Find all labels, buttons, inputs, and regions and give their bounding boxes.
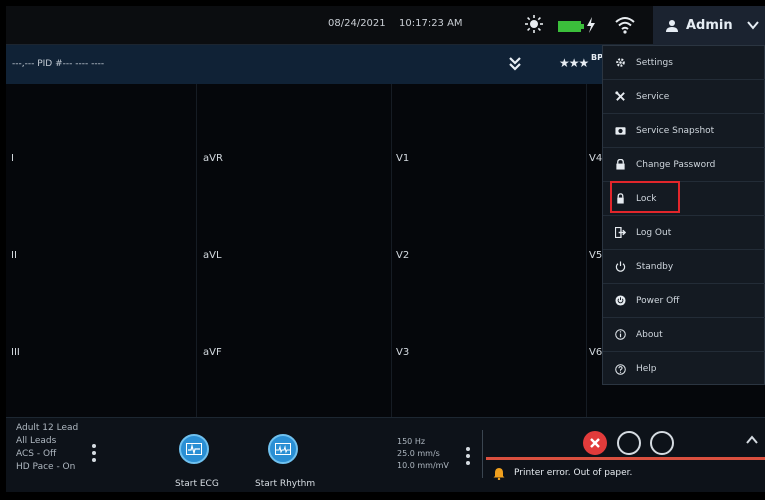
lead-label: V3 (396, 347, 410, 358)
alarm-indicator[interactable] (650, 431, 674, 455)
menu-item-label: About (636, 329, 663, 340)
close-icon (590, 438, 600, 448)
grid-divider (391, 84, 392, 417)
lead-label: V2 (396, 250, 410, 261)
bottom-control-bar: Adult 12 Lead All Leads ACS - Off HD Pac… (6, 417, 765, 492)
help-icon (615, 363, 626, 375)
lead-label: II (11, 250, 17, 261)
mode-line: HD Pace - On (16, 462, 76, 472)
rhythm-waveform-icon (275, 443, 291, 455)
lead-label: aVR (203, 153, 223, 164)
lead-label: aVF (203, 347, 222, 358)
menu-item-about[interactable]: About (603, 318, 765, 352)
mode-line: ACS - Off (16, 449, 57, 459)
grid-divider (586, 84, 587, 417)
user-icon (666, 19, 678, 32)
power-icon (615, 295, 626, 306)
brightness-icon[interactable] (524, 14, 544, 34)
menu-item-standby[interactable]: Standby (603, 250, 765, 284)
patient-id-text[interactable]: ---,--- PID #--- ---- ---- (12, 59, 104, 69)
rating-stars: ★★★ (559, 56, 589, 70)
status-time: 10:17:23 AM (399, 18, 463, 29)
alarm-indicator-active[interactable] (583, 431, 607, 455)
acquisition-settings[interactable]: 150 Hz 25.0 mm/s 10.0 mm/mV (397, 436, 449, 472)
mode-options-icon[interactable] (92, 443, 96, 463)
menu-item-power-off[interactable]: Power Off (603, 284, 765, 318)
menu-item-label: Service (636, 91, 670, 102)
ecg-waveform-icon (186, 443, 202, 455)
menu-item-label: Service Snapshot (636, 125, 715, 136)
device-screen: 08/24/2021 10:17:23 AM Admin ---,--- PID… (6, 6, 765, 492)
start-rhythm-label: Start Rhythm (255, 479, 316, 489)
menu-item-label: Help (636, 364, 657, 374)
lock-highlight-box (610, 181, 680, 213)
menu-item-change-password[interactable]: Change Password (603, 148, 765, 182)
menu-item-label: Settings (636, 57, 673, 68)
alarm-indicator[interactable] (617, 431, 641, 455)
start-ecg-button[interactable] (179, 434, 209, 464)
battery-icon (558, 21, 584, 32)
padlock-icon (616, 159, 625, 170)
filter-value: 150 Hz (397, 437, 426, 446)
user-name: Admin (686, 18, 733, 33)
lead-label: V5 (589, 250, 603, 261)
lead-label: V4 (589, 153, 603, 164)
status-date: 08/24/2021 (328, 18, 386, 29)
wifi-icon[interactable] (615, 16, 635, 34)
speed-value: 25.0 mm/s (397, 449, 440, 458)
chevron-down-icon (747, 21, 759, 30)
lead-label: V1 (396, 153, 410, 164)
menu-item-help[interactable]: Help (603, 352, 765, 386)
lead-label: V6 (589, 347, 603, 358)
start-ecg-label: Start ECG (175, 479, 219, 489)
logout-icon (615, 227, 626, 238)
menu-item-label: Power Off (636, 295, 680, 306)
info-icon (615, 329, 626, 340)
lead-label: I (11, 153, 14, 164)
bell-icon (493, 468, 505, 480)
acquisition-mode[interactable]: Adult 12 Lead All Leads ACS - Off HD Pac… (16, 422, 78, 474)
camera-icon (615, 127, 626, 135)
menu-item-label: Standby (636, 261, 674, 272)
bottom-divider (482, 430, 483, 478)
settings-options-icon[interactable] (466, 446, 470, 466)
chevron-up-icon[interactable] (746, 435, 758, 444)
tools-icon (615, 91, 625, 101)
alert-bar (486, 457, 765, 460)
user-dropdown-menu: Settings Service Service Snapshot Change… (602, 45, 765, 385)
menu-item-service-snapshot[interactable]: Service Snapshot (603, 114, 765, 148)
user-menu-button[interactable]: Admin (653, 6, 765, 45)
standby-icon (615, 261, 626, 272)
mode-line: All Leads (16, 436, 57, 446)
start-rhythm-button[interactable] (268, 434, 298, 464)
menu-item-label: Log Out (636, 227, 672, 238)
menu-item-service[interactable]: Service (603, 80, 765, 114)
menu-item-label: Change Password (636, 159, 716, 170)
gain-value: 10.0 mm/mV (397, 461, 449, 470)
menu-item-settings[interactable]: Settings (603, 46, 765, 80)
charging-bolt-icon (587, 17, 595, 33)
mode-line: Adult 12 Lead (16, 423, 79, 433)
alert-message[interactable]: Printer error. Out of paper. (514, 468, 632, 478)
lead-label: aVL (203, 250, 222, 261)
gear-icon (616, 58, 625, 67)
status-bar: 08/24/2021 10:17:23 AM Admin (6, 6, 765, 45)
lead-label: III (11, 347, 20, 358)
menu-item-log-out[interactable]: Log Out (603, 216, 765, 250)
double-chevron-down-icon[interactable] (508, 56, 522, 72)
grid-divider (196, 84, 197, 417)
